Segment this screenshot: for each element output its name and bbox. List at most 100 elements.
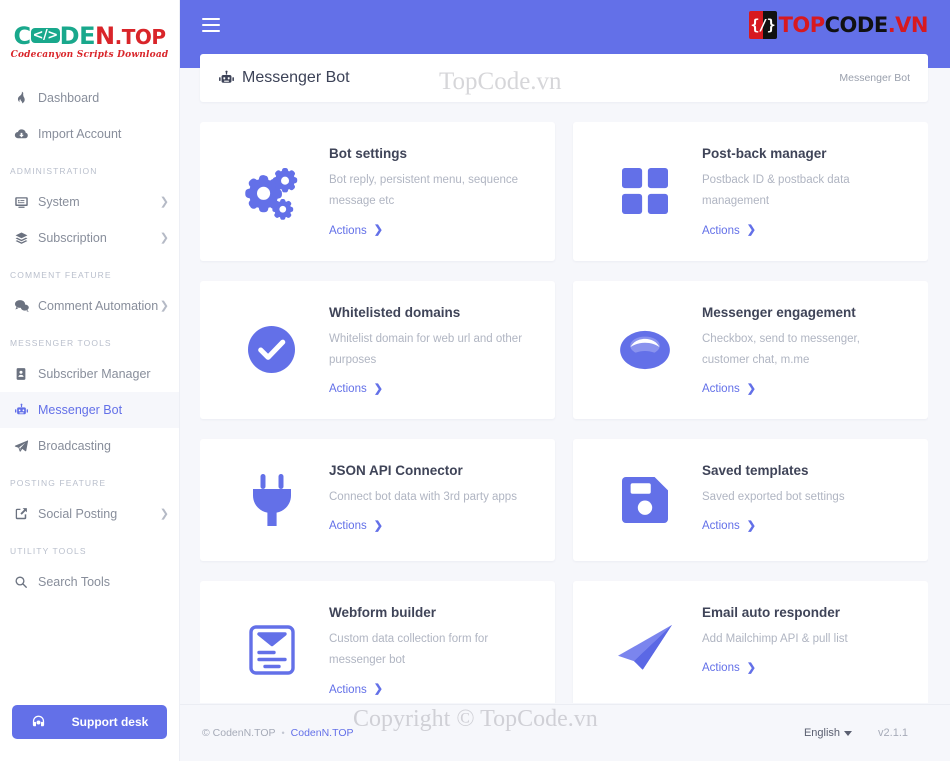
chevron-right-icon: ❯ [373,519,383,532]
feature-card-title: Messenger engagement [702,304,856,320]
chevron-right-icon: ❯ [159,299,169,312]
sidebar-section-administration: ADMINISTRATION [10,166,98,176]
feature-card-actions-link[interactable]: Actions ❯ [329,383,383,395]
fire-icon [14,91,38,105]
support-desk-button[interactable]: Support desk [12,705,167,739]
page-title: Messenger Bot [218,69,350,87]
feature-card-actions-label: Actions [702,662,740,675]
sidebar-section-utility-tools: UTILITY TOOLS [10,546,87,556]
sidebar-item-search-tools[interactable]: Search Tools [0,564,179,600]
feature-card-actions-label: Actions [329,224,367,237]
sidebar-item-social-posting[interactable]: Social Posting ❯ [0,496,179,532]
feature-card-title: Email auto responder [702,605,841,621]
comments-icon [14,298,38,314]
feature-card-actions-link[interactable]: Actions ❯ [702,383,756,395]
feature-card-actions-link[interactable]: Actions ❯ [702,225,756,237]
feature-card-body: Bot settings Bot reply, persistent menu, … [329,144,535,239]
chevron-right-icon: ❯ [373,224,383,237]
brand-logo[interactable]: C </>DEN.TOP Codecanyon Scripts Download [0,0,179,72]
language-label: English [803,727,841,739]
feature-card-email-auto-responder[interactable]: Email auto responder Add Mailchimp API & … [573,581,928,703]
topcode-vn: .VN [887,12,929,37]
feature-card-body: Webform builder Custom data collection fo… [329,603,535,698]
brand-logo-text: C </>DEN.TOP [14,24,166,48]
sidebar-item-label: Messenger Bot [38,403,123,417]
feature-card-actions-link[interactable]: Actions ❯ [329,520,383,532]
footer: © CodenN.TOP • CodenN.TOP English v2.1.1 [180,704,950,761]
sidebar-item-label: Social Posting [38,507,118,521]
feature-card-actions-link[interactable]: Actions ❯ [329,225,383,237]
headset-icon [31,715,46,730]
sidebar: C </>DEN.TOP Codecanyon Scripts Download … [0,0,180,761]
sidebar-item-subscription[interactable]: Subscription ❯ [0,220,179,256]
sidebar-item-system[interactable]: System ❯ [0,184,179,220]
search-icon [14,575,38,589]
feature-card-json-api-connector[interactable]: JSON API Connector Connect bot data with … [200,439,555,562]
footer-right: English v2.1.1 [804,727,908,739]
sidebar-item-label: Search Tools [38,575,111,589]
sidebar-item-label: Subscriber Manager [38,367,151,381]
topcode-top: TOP [778,12,826,37]
feature-card-title: Webform builder [329,605,437,621]
feature-card-body: Saved templates Saved exported bot settin… [702,461,908,534]
feature-card-webform-builder[interactable]: Webform builder Custom data collection fo… [200,581,555,703]
footer-separator: • [281,728,285,738]
gears-icon [214,161,329,221]
version-label: v2.1.1 [878,727,908,739]
feature-card-actions-label: Actions [702,224,740,237]
feature-card-title: Whitelisted domains [329,304,461,320]
sidebar-item-subscriber-manager[interactable]: Subscriber Manager [0,356,179,392]
chevron-down-icon [844,730,853,736]
feature-card-description: Saved exported bot settings [702,491,845,504]
layers-icon [14,231,38,246]
feature-card-title: JSON API Connector [329,463,463,479]
sidebar-item-label: Import Account [38,127,122,141]
chevron-right-icon: ❯ [373,382,383,395]
feature-card-messenger-engagement[interactable]: Messenger engagement Checkbox, send to me… [573,280,928,420]
sidebar-item-import-account[interactable]: Import Account [0,116,179,152]
contact-card-icon [14,367,38,381]
support-desk-label: Support desk [71,715,149,729]
topcode-code: CODE [824,12,889,37]
footer-left: © CodenN.TOP • CodenN.TOP [202,727,354,739]
page-header-card: Messenger Bot Messenger Bot [200,54,928,102]
feature-card-grid: Bot settings Bot reply, persistent menu, … [200,122,928,703]
hamburger-icon[interactable] [202,18,220,32]
feature-card-body: Messenger engagement Checkbox, send to me… [702,303,908,398]
breadcrumb: Messenger Bot [839,72,910,84]
feature-card-description: Postback ID & postback data management [702,174,850,208]
topcode-logo-text: TOPCODE.VN [778,12,929,37]
chevron-right-icon: ❯ [159,195,169,208]
language-selector[interactable]: English [803,727,853,739]
chevron-right-icon: ❯ [159,507,169,520]
brand-tagline: Codecanyon Scripts Download [10,50,169,60]
footer-brand-link[interactable]: CodenN.TOP [291,727,354,739]
sidebar-item-broadcasting[interactable]: Broadcasting [0,428,179,464]
sidebar-section-posting-feature: POSTING FEATURE [10,478,107,488]
feature-card-actions-link[interactable]: Actions ❯ [702,520,756,532]
floppy-disk-icon [587,477,702,524]
feature-card-description: Whitelist domain for web url and other p… [329,332,523,366]
sidebar-item-label: System [38,195,80,209]
feature-card-description: Custom data collection form for messenge… [329,633,489,667]
sidebar-item-label: Comment Automation [38,299,159,313]
brand-letter-n: N [95,22,115,50]
feature-card-bot-settings[interactable]: Bot settings Bot reply, persistent menu, … [200,122,555,261]
sidebar-item-messenger-bot[interactable]: Messenger Bot [0,392,179,428]
footer-copyright: © CodenN.TOP [202,727,276,739]
sidebar-item-dashboard[interactable]: Dashboard [0,80,179,116]
feature-card-actions-label: Actions [702,383,740,396]
feature-card-actions-link[interactable]: Actions ❯ [329,684,383,696]
check-circle-icon [214,326,329,374]
feature-card-body: Post-back manager Postback ID & postback … [702,144,908,239]
feature-card-actions-link[interactable]: Actions ❯ [702,662,756,674]
sidebar-nav: Dashboard Import Account ADMINISTRATION Sys… [0,72,179,695]
feature-card-post-back-manager[interactable]: Post-back manager Postback ID & postback … [573,122,928,261]
code-bracket-icon: </> [30,27,60,43]
chevron-right-icon: ❯ [746,224,756,237]
feature-card-whitelisted-domains[interactable]: Whitelisted domains Whitelist domain for … [200,280,555,420]
feature-card-saved-templates[interactable]: Saved templates Saved exported bot settin… [573,439,928,562]
sidebar-item-comment-automation[interactable]: Comment Automation ❯ [0,288,179,324]
sidebar-item-label: Dashboard [38,91,100,105]
feature-card-description: Checkbox, send to messenger, customer ch… [702,332,860,366]
